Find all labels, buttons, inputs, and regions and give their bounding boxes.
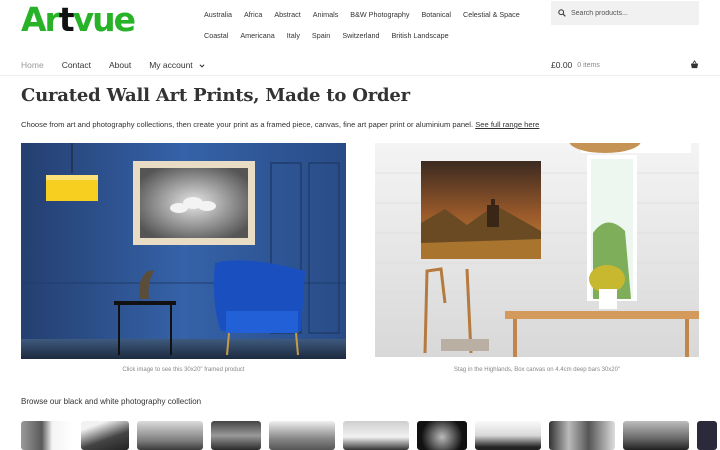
browse-bw-heading: Browse our black and white photography c… — [21, 397, 202, 406]
bw-thumbnail[interactable] — [549, 421, 615, 450]
logo-part-3: vue — [72, 0, 136, 39]
category-link-switzerland[interactable]: Switzerland — [336, 31, 385, 40]
bw-thumbnail[interactable] — [697, 421, 717, 450]
category-link-coastal[interactable]: Coastal — [198, 31, 234, 40]
category-link-british-landscape[interactable]: British Landscape — [385, 31, 454, 40]
intro-copy: Choose from art and photography collecti… — [21, 120, 474, 129]
bw-thumbnail[interactable] — [475, 421, 541, 450]
bw-thumbnail-strip — [21, 421, 720, 450]
bw-thumbnail[interactable] — [417, 421, 467, 450]
basket-icon — [690, 60, 699, 69]
bw-thumbnail[interactable] — [21, 421, 73, 450]
cart-amount: £0.00 — [551, 60, 573, 70]
category-link-americana[interactable]: Americana — [234, 31, 280, 40]
nav-my-account-label: My account — [149, 60, 193, 70]
category-row-1: Australia Africa Abstract Animals B&W Ph… — [198, 4, 528, 25]
chevron-down-icon — [199, 64, 205, 68]
intro-text: Choose from art and photography collecti… — [21, 120, 539, 129]
bw-thumbnail[interactable] — [211, 421, 261, 450]
nav-my-account[interactable]: My account — [149, 60, 205, 70]
caption-stag-canvas: Stag in the Highlands, Box canvas on 4.4… — [453, 367, 621, 373]
nav-home[interactable]: Home — [21, 60, 44, 70]
bw-thumbnail[interactable] — [137, 421, 203, 450]
bw-thumbnail[interactable] — [269, 421, 335, 450]
bw-thumbnail[interactable] — [343, 421, 409, 450]
category-nav: Australia Africa Abstract Animals B&W Ph… — [198, 4, 528, 46]
category-link-celestial[interactable]: Celestial & Space — [457, 10, 526, 19]
header-divider — [0, 75, 720, 76]
category-link-australia[interactable]: Australia — [198, 10, 238, 19]
nav-contact[interactable]: Contact — [62, 60, 91, 70]
room-scene-blue — [21, 143, 346, 359]
main-nav: Home Contact About My account — [21, 57, 223, 73]
category-link-italy[interactable]: Italy — [281, 31, 306, 40]
nav-about[interactable]: About — [109, 60, 131, 70]
category-link-bw-photography[interactable]: B&W Photography — [344, 10, 415, 19]
cart-item-count: 0 items — [577, 61, 600, 69]
search-box — [551, 1, 699, 25]
category-link-africa[interactable]: Africa — [238, 10, 268, 19]
page-title: Curated Wall Art Prints, Made to Order — [21, 85, 410, 106]
category-link-botanical[interactable]: Botanical — [415, 10, 457, 19]
caption-framed-product: Click image to see this 30x20" framed pr… — [122, 367, 245, 373]
search-icon — [558, 9, 566, 17]
hero-image-stag-canvas[interactable] — [375, 143, 699, 357]
category-link-spain[interactable]: Spain — [306, 31, 336, 40]
logo-part-2: t — [58, 0, 75, 39]
bw-thumbnail[interactable] — [623, 421, 689, 450]
category-link-animals[interactable]: Animals — [307, 10, 345, 19]
logo-part-1: Ar — [21, 0, 61, 39]
see-full-range-link[interactable]: See full range here — [475, 120, 539, 129]
cart-link[interactable]: £0.00 0 items — [551, 58, 699, 72]
hero-image-framed-horses[interactable] — [21, 143, 346, 359]
search-input[interactable] — [571, 9, 691, 17]
category-link-abstract[interactable]: Abstract — [268, 10, 306, 19]
room-scene-white — [375, 143, 699, 357]
category-row-2: Coastal Americana Italy Spain Switzerlan… — [198, 25, 528, 46]
bw-thumbnail[interactable] — [81, 421, 129, 450]
site-logo[interactable]: Artvue — [21, 2, 139, 38]
